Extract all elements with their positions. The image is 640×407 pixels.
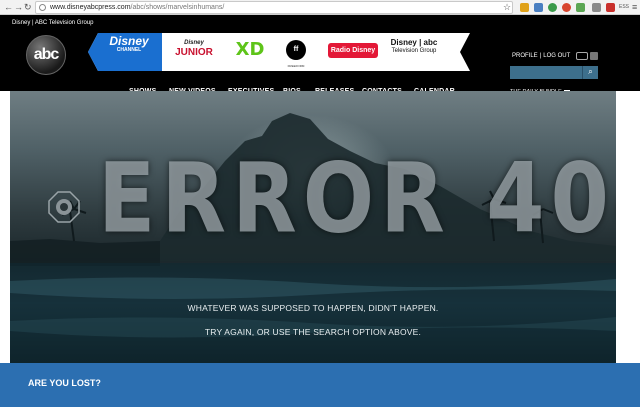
search-input[interactable] [510,66,582,79]
dharma-logo-icon [48,191,80,223]
user-links: PROFILE | LOG OUT [512,53,570,59]
back-icon[interactable]: ← [4,2,13,13]
error-404-heading: ERROR 404 [98,141,616,255]
disney-junior-logo[interactable]: Disney JUNIOR [168,39,220,58]
are-you-lost-section: ARE YOU LOST? [0,363,640,407]
abc-logo[interactable]: abc [26,35,66,75]
dtvg-sub: Television Group [391,48,437,54]
extension-icon[interactable] [576,3,585,12]
radio-disney-logo[interactable]: Radio Disney [328,43,378,58]
freeform-logo-sub: FREEFORM [287,64,305,68]
address-bar[interactable]: www.disneyabcpress.com/abc/shows/marvels… [35,1,513,14]
extension-icon[interactable] [562,3,571,12]
bookmark-star-icon[interactable]: ☆ [503,2,511,13]
disney-xd-logo[interactable]: XD [230,40,270,60]
logout-link[interactable]: LOG OUT [543,53,570,59]
extension-label[interactable]: ESS [619,2,629,13]
extension-icon[interactable] [520,3,529,12]
search-button[interactable]: ⌕ [582,66,598,79]
forward-icon[interactable]: → [14,2,23,13]
disney-channel-logo[interactable]: Disney CHANNEL [100,35,158,67]
browser-toolbar: ← → ↻ www.disneyabcpress.com/abc/shows/m… [0,0,640,15]
disney-abc-tv-group-logo[interactable]: Disney | abc Television Group [390,39,438,55]
search-icon: ⌕ [588,67,593,76]
brand-bar: Disney CHANNEL Disney JUNIOR XD ff FREEF… [84,33,470,71]
are-you-lost-title: ARE YOU LOST? [28,378,101,388]
extension-icon[interactable] [606,3,615,12]
top-tagline: Disney | ABC Television Group [12,20,94,26]
toggle-icon[interactable] [576,52,588,60]
extension-icon[interactable] [548,3,557,12]
freeform-logo[interactable]: ff [286,40,306,60]
user-icon[interactable] [590,52,598,60]
error-background-image: ERROR 404 WHATEVER WAS SUPPOSED TO HAPPE… [10,91,616,363]
menu-icon[interactable]: ≡ [632,2,637,13]
reload-icon[interactable]: ↻ [24,2,32,13]
error-message-line1: WHATEVER WAS SUPPOSED TO HAPPEN, DIDN'T … [187,303,439,313]
disney-junior-text: JUNIOR [175,47,213,58]
url-host: www.disneyabcpress.com [50,4,131,11]
extension-icon[interactable] [592,3,601,12]
error-message-line2: TRY AGAIN, OR USE THE SEARCH OPTION ABOV… [204,327,422,337]
dtvg-top: Disney | abc [390,38,438,47]
info-icon[interactable] [39,4,46,11]
site-header: Disney | ABC Television Group abc Disney… [0,15,640,95]
url-path: /abc/shows/marvelsinhumans/ [130,4,225,11]
error-hero: ERROR 404 WHATEVER WAS SUPPOSED TO HAPPE… [0,91,640,363]
profile-link[interactable]: PROFILE [512,53,538,59]
extension-icon[interactable] [534,3,543,12]
